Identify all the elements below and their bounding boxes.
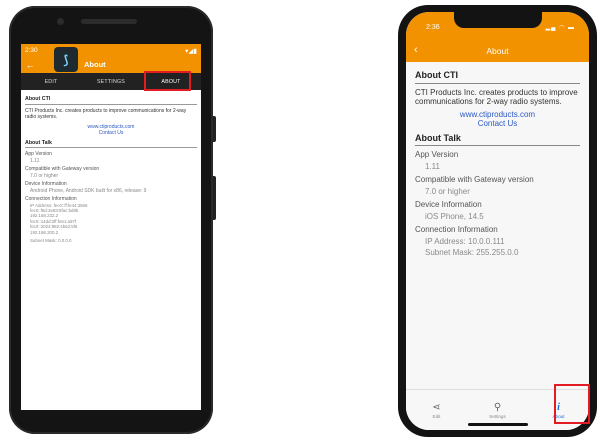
- power-button: [213, 116, 216, 142]
- status-icons: ▂▄ ◠ ▬: [545, 25, 575, 31]
- device-value: iOS Phone, 14.5: [425, 211, 484, 221]
- gateway-value: 7.0 or higher: [30, 172, 59, 179]
- contact-link[interactable]: Contact Us: [25, 130, 197, 137]
- about-cti-text: CTI Products Inc. creates products to im…: [415, 87, 578, 107]
- tab-edit[interactable]: ⋖ Edit: [406, 390, 467, 430]
- app-version-value: 1.11: [425, 161, 440, 171]
- about-tab-highlight: [554, 384, 590, 424]
- about-cti-heading: About CTI: [25, 96, 197, 105]
- gateway-value: 7.0 or higher: [425, 186, 470, 196]
- speaker-grille: [81, 19, 137, 24]
- tab-edit-label: Edit: [432, 413, 441, 419]
- subnet-mask: Subnet Mask: 0.0.0.0: [30, 237, 72, 243]
- home-indicator: [468, 423, 528, 426]
- about-cti-text: CTI Products Inc. creates products to im…: [25, 107, 187, 121]
- camera-dot: [57, 18, 64, 25]
- app-version-value: 1.11: [30, 157, 40, 164]
- notch: [454, 12, 542, 28]
- app-version-label: App Version: [415, 150, 459, 159]
- page-title: About: [84, 60, 106, 69]
- about-cti-heading: About CTI: [415, 68, 580, 84]
- back-arrow-icon[interactable]: ←: [21, 60, 39, 70]
- share-icon: ⋖: [432, 401, 441, 413]
- about-talk-heading: About Talk: [415, 131, 580, 146]
- about-talk-heading: About Talk: [25, 140, 197, 148]
- tab-settings[interactable]: SETTINGS: [81, 73, 141, 90]
- app-logo-icon: ⟆: [54, 47, 78, 72]
- website-link[interactable]: www.ctiproducts.com: [415, 110, 580, 120]
- android-screen: 2:30 ▾◢▮ ← ⟆ About EDIT SETTINGS ABOUT A…: [21, 44, 201, 410]
- android-status-bar: 2:30 ▾◢▮: [21, 44, 201, 57]
- about-tab-highlight: [144, 71, 191, 91]
- contact-link[interactable]: Contact Us: [415, 119, 580, 129]
- ip-address: IP Address: 10.0.0.111: [425, 236, 505, 246]
- subnet-mask: Subnet Mask: 255.255.0.0: [425, 248, 519, 257]
- status-time: 2:36: [426, 24, 440, 31]
- device-value: Android Phone, Android SDK built for x86…: [30, 187, 147, 194]
- tab-edit[interactable]: EDIT: [21, 73, 81, 90]
- tab-settings-label: Settings: [489, 413, 506, 419]
- status-icons: ▾◢▮: [185, 47, 197, 55]
- ios-screen: 2:36 ▂▄ ◠ ▬ ‹ About About CTI CTI Produc…: [406, 12, 589, 430]
- iphone: 2:36 ▂▄ ◠ ▬ ‹ About About CTI CTI Produc…: [398, 5, 597, 437]
- page-title: About: [486, 46, 509, 56]
- device-label: Device Information: [415, 200, 482, 209]
- status-time: 2:30: [25, 47, 38, 54]
- android-content: About CTI CTI Products Inc. creates prod…: [21, 90, 201, 246]
- volume-button: [213, 176, 216, 220]
- connection-line: 192.168.200.2: [30, 229, 59, 235]
- gateway-label: Compatible with Gateway version: [415, 175, 534, 184]
- connection-label: Connection Information: [415, 225, 498, 234]
- wrench-icon: ⚲: [493, 401, 502, 413]
- ios-content: About CTI CTI Products Inc. creates prod…: [406, 62, 589, 264]
